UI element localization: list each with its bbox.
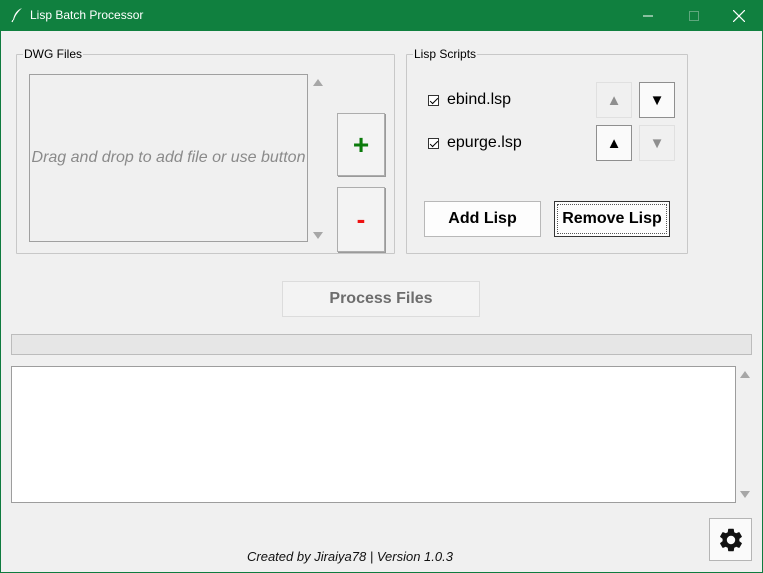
log-scroll-up-icon[interactable]: [740, 371, 750, 378]
lisp-item[interactable]: ebind.lsp: [428, 91, 511, 109]
add-lisp-button[interactable]: Add Lisp: [424, 201, 541, 237]
log-scroll-down-icon[interactable]: [740, 491, 750, 498]
window-title: Lisp Batch Processor: [30, 8, 144, 22]
remove-lisp-button[interactable]: Remove Lisp: [554, 201, 670, 237]
dwg-scroll-down-icon[interactable]: [313, 232, 323, 239]
remove-file-button[interactable]: -: [337, 187, 385, 252]
maximize-button[interactable]: [671, 0, 717, 31]
window-client: DWG Files Drag and drop to add file or u…: [1, 31, 762, 572]
move-down-button[interactable]: ▼: [639, 125, 675, 161]
lisp-name: ebind.lsp: [447, 91, 512, 108]
maximize-icon: [689, 10, 699, 21]
dwg-drop-zone[interactable]: Drag and drop to add file or use button: [29, 74, 308, 242]
lisp-checkbox[interactable]: [428, 94, 439, 106]
move-up-button[interactable]: ▲: [596, 125, 632, 161]
minimize-button[interactable]: [625, 0, 671, 31]
lisp-scripts-label: Lisp Scripts: [413, 47, 478, 61]
log-output[interactable]: [11, 366, 736, 503]
process-files-button[interactable]: Process Files: [282, 281, 480, 317]
dwg-files-group: DWG Files Drag and drop to add file or u…: [16, 47, 395, 254]
add-file-button[interactable]: +: [337, 113, 385, 176]
close-button[interactable]: [716, 0, 762, 31]
minimize-icon: [643, 15, 653, 16]
dwg-files-label: DWG Files: [23, 47, 83, 61]
settings-button[interactable]: [709, 518, 752, 561]
lisp-name: epurge.lsp: [447, 134, 522, 151]
footer-credit: Created by Jiraiya78 | Version 1.0.3: [247, 549, 453, 564]
quill-icon: [11, 8, 22, 23]
move-up-button[interactable]: ▲: [596, 82, 632, 118]
drop-hint: Drag and drop to add file or use button: [31, 149, 306, 166]
focus-ring: [557, 204, 667, 234]
dwg-scroll-up-icon[interactable]: [313, 79, 323, 86]
lisp-scripts-group: Lisp Scripts ebind.lsp ▲ ▼ epurge.lsp ▲ …: [406, 47, 688, 254]
lisp-item[interactable]: epurge.lsp: [428, 134, 522, 152]
lisp-checkbox[interactable]: [428, 137, 439, 149]
title-bar[interactable]: Lisp Batch Processor: [0, 0, 763, 31]
progress-bar: [11, 334, 752, 355]
move-down-button[interactable]: ▼: [639, 82, 675, 118]
close-icon: [733, 9, 745, 22]
gear-icon: [719, 528, 742, 551]
